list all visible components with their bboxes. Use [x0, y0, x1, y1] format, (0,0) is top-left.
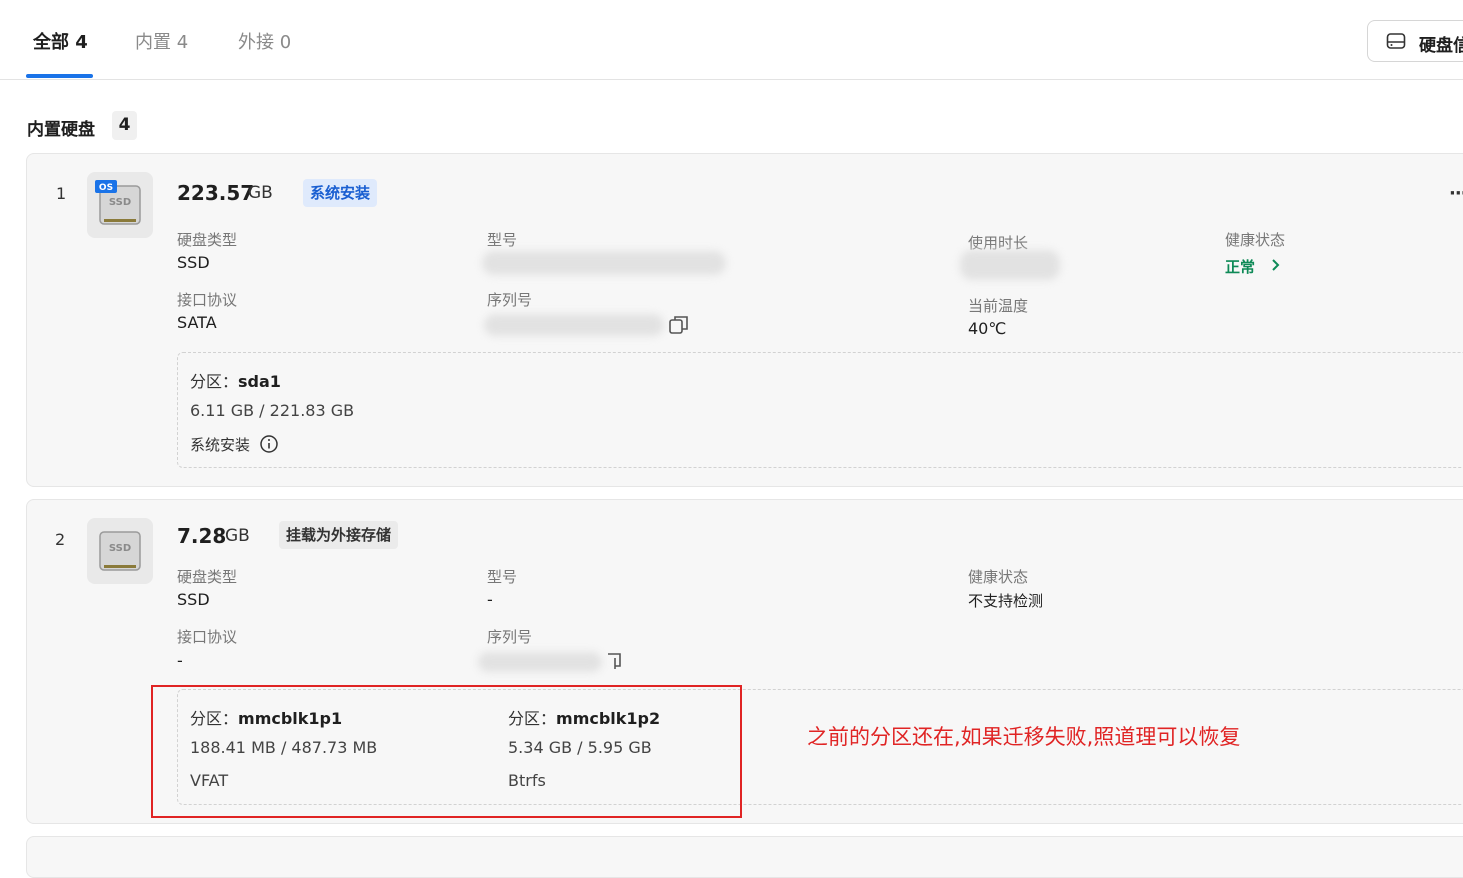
- ssd-disk-icon: SSD OS: [87, 172, 153, 238]
- disk-index: 1: [56, 184, 67, 203]
- disk-type-label: 硬盘类型: [177, 568, 238, 586]
- info-icon[interactable]: [259, 434, 279, 454]
- external-storage-tag: 挂载为外接存储: [279, 521, 399, 549]
- active-tab-indicator: [26, 74, 93, 78]
- ssd-disk-icon: SSD: [87, 518, 153, 584]
- model-label: 型号: [487, 568, 518, 586]
- section-title: 内置硬盘: [27, 120, 95, 140]
- disk-size-unit: GB: [225, 526, 250, 546]
- disk-size-unit: GB: [248, 183, 273, 203]
- health-label: 健康状态: [1225, 231, 1286, 249]
- disk-size: 223.57: [177, 181, 255, 205]
- section-count-badge: 4: [112, 111, 137, 140]
- disk-info-button-label: 硬盘信: [1419, 36, 1463, 56]
- tab-internal[interactable]: 内置 4: [135, 28, 188, 54]
- partition-title: 分区：sda1: [190, 368, 281, 392]
- disk-card: [26, 836, 1463, 878]
- model-label: 型号: [487, 231, 518, 249]
- serial-value-redacted: [484, 314, 664, 336]
- uptime-value-redacted: [960, 250, 1060, 280]
- serial-value-redacted: [478, 652, 602, 672]
- partition-note: 系统安装: [190, 434, 279, 455]
- disk-type-value: SSD: [177, 253, 210, 272]
- tab-all[interactable]: 全部 4: [33, 28, 88, 54]
- health-status-value: 正常: [1225, 258, 1256, 276]
- ssd-icon-label: SSD: [109, 543, 131, 554]
- disk-type-label: 硬盘类型: [177, 231, 238, 249]
- serial-label: 序列号: [487, 291, 533, 309]
- health-status-link[interactable]: 正常: [1225, 256, 1282, 277]
- disk-type-value: SSD: [177, 590, 210, 609]
- partition-note-text: 系统安装: [190, 436, 251, 454]
- health-label: 健康状态: [968, 568, 1029, 586]
- disk-index: 2: [55, 530, 66, 549]
- interface-label: 接口协议: [177, 291, 238, 309]
- interface-label: 接口协议: [177, 628, 238, 646]
- ssd-icon-label: SSD: [109, 197, 131, 208]
- annotation-note: 之前的分区还在,如果迁移失败,照道理可以恢复: [807, 725, 1241, 749]
- annotation-highlight-box: [151, 685, 742, 818]
- interface-value: -: [177, 651, 183, 670]
- partition-name: sda1: [238, 372, 281, 391]
- serial-label: 序列号: [487, 628, 533, 646]
- health-value: 不支持检测: [968, 592, 1044, 610]
- interface-value: SATA: [177, 313, 217, 332]
- chevron-right-icon: [1272, 259, 1280, 271]
- model-value: -: [487, 590, 493, 609]
- tab-bar: 全部 4 内置 4 外接 0: [0, 0, 1463, 80]
- temperature-value: 40℃: [968, 319, 1007, 338]
- partition-box: [177, 352, 1463, 468]
- disk-info-button[interactable]: 硬盘信: [1367, 20, 1463, 62]
- copy-icon[interactable]: [668, 314, 690, 336]
- model-value-redacted: [482, 251, 726, 275]
- copy-icon[interactable]: [601, 650, 623, 672]
- tab-external[interactable]: 外接 0: [238, 28, 291, 54]
- disk-size: 7.28: [177, 524, 227, 548]
- partition-label: 分区：: [190, 372, 239, 391]
- temperature-label: 当前温度: [968, 297, 1029, 315]
- os-badge: OS: [99, 183, 113, 193]
- hard-drive-icon: [1386, 33, 1406, 49]
- partition-usage: 6.11 GB / 221.83 GB: [190, 401, 355, 420]
- more-menu-icon[interactable]: ···: [1449, 183, 1463, 204]
- system-install-tag: 系统安装: [303, 179, 378, 207]
